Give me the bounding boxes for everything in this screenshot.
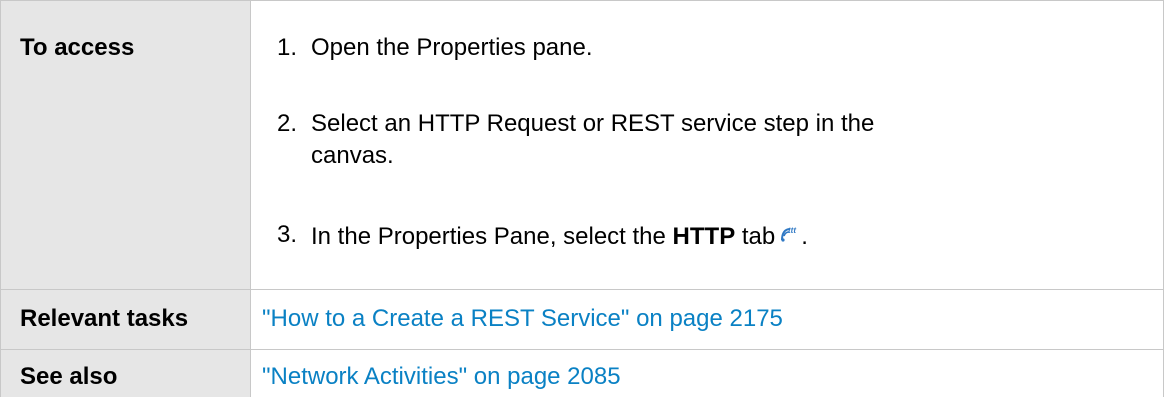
label-cell-relevant-tasks: Relevant tasks bbox=[0, 289, 250, 349]
step-text: Open the Properties pane. bbox=[311, 34, 593, 61]
step-item: 2. Select an HTTP Request or REST servic… bbox=[277, 108, 897, 172]
step-item: 1. Open the Properties pane. bbox=[277, 32, 897, 64]
value-cell-relevant-tasks: "How to a Create a REST Service" on page… bbox=[250, 289, 1163, 349]
step-text: In the Properties Pane, select the HTTP … bbox=[311, 219, 897, 253]
steps-list: 1. Open the Properties pane. 2. Select a… bbox=[250, 0, 1163, 289]
row-relevant-tasks: Relevant tasks "How to a Create a REST S… bbox=[0, 289, 1164, 349]
step-text-end: . bbox=[801, 223, 808, 250]
table-border-top bbox=[0, 0, 1164, 1]
label-see-also: See also bbox=[20, 363, 118, 390]
svg-text:ttt: ttt bbox=[788, 226, 796, 235]
label-cell-see-also: See also bbox=[0, 349, 250, 397]
link-network-activities[interactable]: "Network Activities" on page 2085 bbox=[262, 363, 621, 391]
step-number: 1. bbox=[277, 34, 298, 61]
label-relevant-tasks: Relevant tasks bbox=[20, 305, 189, 332]
step-text: Select an HTTP Request or REST service s… bbox=[311, 110, 875, 169]
step-number: 3. bbox=[277, 221, 298, 248]
row-to-access: To access 1. Open the Properties pane. 2… bbox=[0, 0, 1164, 289]
step-number: 2. bbox=[277, 110, 298, 137]
value-cell-see-also: "Network Activities" on page 2085 bbox=[250, 349, 1163, 397]
link-create-rest-service[interactable]: "How to a Create a REST Service" on page… bbox=[262, 305, 783, 333]
label-to-access: To access bbox=[20, 34, 135, 61]
step-text-after: tab bbox=[735, 223, 776, 250]
row-see-also: See also "Network Activities" on page 20… bbox=[0, 349, 1164, 397]
info-table: To access 1. Open the Properties pane. 2… bbox=[0, 0, 1164, 397]
step-item: 3. In the Properties Pane, select the HT… bbox=[277, 219, 897, 253]
table-divider bbox=[0, 349, 1164, 350]
label-cell-to-access: To access bbox=[0, 0, 250, 289]
table-border-left bbox=[0, 0, 1, 397]
value-cell-to-access: 1. Open the Properties pane. 2. Select a… bbox=[250, 0, 1163, 289]
http-tab-icon: ttt bbox=[779, 219, 801, 242]
table-divider bbox=[0, 289, 1164, 290]
column-divider bbox=[250, 0, 251, 397]
http-tab-name: HTTP bbox=[672, 223, 736, 250]
step-text-before: In the Properties Pane, select the bbox=[311, 223, 673, 250]
